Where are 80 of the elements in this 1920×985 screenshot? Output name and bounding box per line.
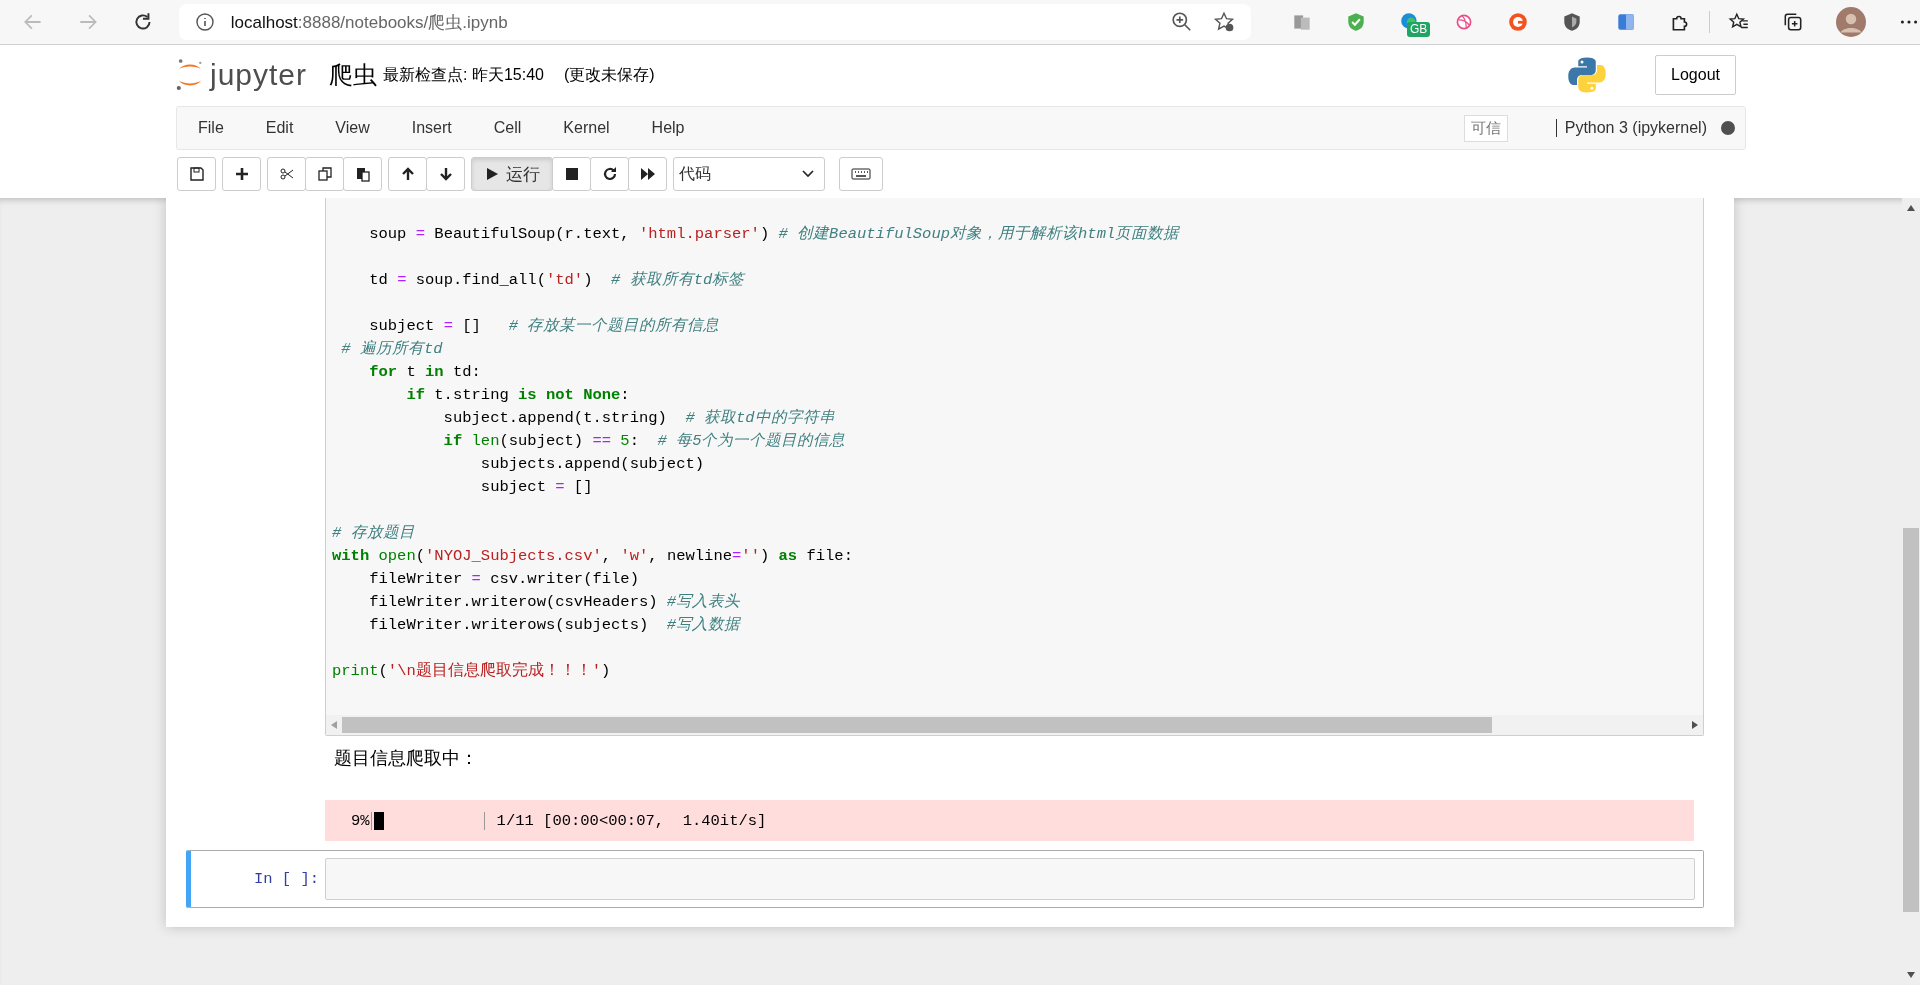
code-line: for t in td: [368,363,481,381]
scroll-right-icon[interactable] [1691,720,1699,730]
move-down-button[interactable] [426,157,465,191]
trusted-button[interactable]: 可信 [1463,114,1508,142]
play-icon [484,166,500,182]
restart-button[interactable] [590,157,629,191]
extension-badge: GB [1407,22,1431,37]
kernel-name: Python 3 (ipykernel) [1555,119,1707,137]
code-line: subject = [] # 存放某一个题目的所有信息 [368,317,720,335]
keyboard-icon [851,168,871,180]
progress-percent: 9% [351,811,372,830]
menu-item[interactable]: File [198,119,224,137]
code-line: fileWriter.writerows(subjects) #写入数据 [368,616,741,634]
code-line: if t.string is not None: [405,386,630,404]
add-cell-button[interactable] [222,157,261,191]
scroll-down-icon[interactable] [1906,971,1916,979]
shield-check-icon[interactable] [1345,11,1367,33]
info-icon[interactable] [194,12,215,32]
code-line: print('\n题目信息爬取完成！！！') [332,662,611,680]
menu-item[interactable]: Cell [493,119,522,137]
circle-logo-icon[interactable] [1507,11,1529,33]
selected-cell[interactable]: In [ ]: [186,850,1704,908]
code-input-field[interactable] [325,858,1695,900]
jupyter-logo-text[interactable]: jupyter [210,58,308,92]
menu-item[interactable]: Kernel [563,119,610,137]
scroll-up-icon[interactable] [1906,204,1916,212]
code-line: td = soup.find_all('td') # 获取所有td标签 [368,271,745,289]
code-line: fileWriter = csv.writer(file) [368,570,639,588]
horizontal-scrollbar[interactable] [326,715,1703,735]
autosave-status: (更改未保存) [564,64,655,85]
copy-button[interactable] [305,157,344,191]
copy-icon [316,166,333,182]
logout-button[interactable]: Logout [1655,55,1736,95]
caret-icon [802,170,814,178]
save-icon [188,166,205,182]
paste-button[interactable] [343,157,382,191]
jupyter-logo-icon [176,57,204,93]
arrow-down-icon [437,166,454,182]
fast-forward-icon [639,166,656,182]
plus-icon [233,166,250,182]
code-line: subject = [] [479,478,593,496]
menu-item[interactable]: Edit [265,119,294,137]
notebook-name[interactable]: 爬虫 [329,59,378,91]
page-scrollbar[interactable] [1902,198,1920,985]
menu-item[interactable]: View [335,119,370,137]
run-all-button[interactable] [628,157,667,191]
menu-item[interactable]: Help [651,119,685,137]
code-line: subject.append(t.string) # 获取td中的字符串 [442,409,835,427]
scissors-icon [278,166,295,182]
cut-button[interactable] [267,157,306,191]
save-button[interactable] [177,157,216,191]
checkpoint-status: 最新检查点: 昨天15:40 [383,64,544,85]
move-up-button[interactable] [388,157,427,191]
favorite-star-icon[interactable] [1213,11,1235,33]
translate-icon[interactable] [1615,11,1637,33]
paste-icon [354,166,371,182]
stop-icon [563,166,580,182]
code-line: subjects.append(subject) [479,455,705,473]
code-line: if len(subject) == 5: # 每5个为一个题目的信息 [442,432,846,450]
restart-icon [601,166,618,182]
code-line: # 遍历所有td [340,340,443,358]
zoom-icon[interactable] [1171,11,1193,33]
cell-type-dropdown[interactable]: 代码 [673,157,825,191]
code-line: with open('NYOJ_Subjects.csv', 'w', newline='') as file: [332,547,853,565]
url-text: localhost:8888/notebooks/爬虫.ipynb [230,11,509,34]
code-line: fileWriter.writerow(csvHeaders) #写入表头 [368,593,741,611]
input-prompt: In [ ]: [252,870,320,888]
menu-item[interactable]: Insert [411,119,452,137]
shield-icon[interactable] [1561,11,1583,33]
code-line: soup = BeautifulSoup(r.text, 'html.parser') # 创建BeautifulSoup对象，用于解析该html页面数据 [368,225,1180,243]
run-button[interactable]: 运行 [471,157,553,191]
code-line: # 存放题目 [332,524,415,542]
keyboard-button[interactable] [839,157,883,191]
python-logo-icon [1567,55,1608,95]
output-text: 题目信息爬取中： [333,747,479,770]
address-bar[interactable]: localhost:8888/notebooks/爬虫.ipynb [178,4,1251,40]
stop-button[interactable] [552,157,591,191]
progress-stats: 1/11 [00:00<00:07, 1.40it/s] [496,811,767,830]
avatar[interactable] [1836,7,1866,37]
collections-icon[interactable] [1782,11,1804,33]
